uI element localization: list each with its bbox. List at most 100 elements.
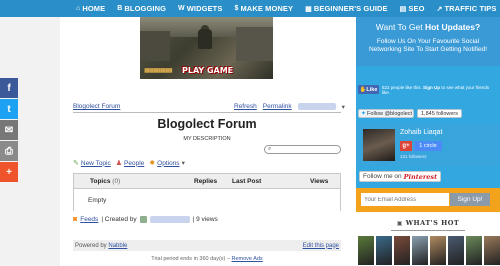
nabble-link[interactable]: Nabble [108, 243, 127, 249]
hot-thumbnail[interactable] [412, 236, 428, 265]
remove-ads-link[interactable]: Remove Ads [232, 256, 263, 262]
email-share-button[interactable]: ✉ [0, 120, 18, 140]
nav-seo[interactable]: ▤ SEO [394, 4, 431, 13]
nav-traffic-tips-label: TRAFFIC TIPS [444, 4, 497, 13]
print-button[interactable]: ⎙ [0, 141, 18, 161]
google-plus-icon[interactable]: g+ [400, 141, 412, 151]
topics-table: Topics (0) Replies Last Post Views Empty [73, 173, 341, 211]
play-game-label[interactable]: PLAY GAME [182, 66, 233, 75]
facebook-share-button[interactable]: f [0, 78, 18, 98]
nav-home-label: HOME [82, 4, 106, 13]
twitter-share-button[interactable]: t [0, 99, 18, 119]
mail-icon: ✉ [4, 124, 14, 136]
promo-description: Follow Us On Your Favourite Social Netwo… [368, 38, 488, 53]
google-plus-widget: Zohaib Liaqat g+ 1 circle 131 followers [356, 124, 500, 166]
nav-beginners-guide[interactable]: ▦ BEGINNER'S GUIDE [299, 4, 394, 13]
twitter-icon: t [7, 103, 11, 115]
hot-thumbnail[interactable] [376, 236, 392, 265]
nav-beginners-guide-label: BEGINNER'S GUIDE [313, 4, 388, 13]
col-last-post: Last Post [232, 178, 262, 185]
avatar [139, 216, 147, 223]
profile-name[interactable]: Zohaib Liaqat [400, 129, 442, 136]
facebook-like-widget: ✋ Like 522 people like this. Sign Up to s… [356, 66, 500, 104]
forum-description: MY DESCRIPTION [183, 136, 231, 142]
new-topic-icon: ✎ [73, 160, 79, 167]
hot-thumbnail[interactable] [430, 236, 446, 265]
nav-make-money[interactable]: $ MAKE MONEY [228, 4, 299, 13]
nav-traffic-tips[interactable]: ↗ TRAFFIC TIPS [431, 4, 500, 13]
ammo-bullets: ▮▮▮▮▮▮▮▮▮▮▮▮ [144, 68, 173, 74]
game-ad-banner[interactable]: ▮▮▮▮▮▮▮▮▮▮▮▮ PLAY GAME [140, 17, 273, 79]
trial-notice: Trial period ends in 360 day(s) – Remove… [73, 256, 341, 262]
hot-thumbnail[interactable] [466, 236, 482, 265]
nav-home[interactable]: ⌂ HOME [70, 4, 111, 13]
nav-widgets[interactable]: W WIDGETS [172, 4, 228, 13]
whats-hot-widget: ▣ WHAT'S HOT [356, 212, 500, 266]
subscribe-widget: Sign Up! [356, 188, 500, 212]
forum-breadcrumb-link[interactable]: Blogolect Forum [73, 103, 120, 110]
nav-seo-label: SEO [408, 4, 425, 13]
new-topic-button[interactable]: ✎ New Topic [73, 159, 111, 168]
facebook-like-button[interactable]: ✋ Like [358, 85, 379, 94]
new-topic-label: New Topic [80, 159, 111, 167]
feeds-link[interactable]: Feeds [80, 216, 98, 223]
thumbs-up-icon: ✋ [359, 86, 367, 93]
people-icon: ♟ [115, 160, 123, 167]
list-icon: ▤ [399, 5, 407, 13]
game-building [140, 31, 170, 61]
sign-up-button[interactable]: Sign Up! [450, 193, 490, 206]
plus-icon: + [6, 166, 12, 178]
facebook-like-text: 522 people like this. Sign Up to see wha… [382, 85, 492, 95]
refresh-link[interactable]: Refresh [234, 103, 257, 111]
gear-icon: ✹ [149, 160, 156, 167]
hot-thumbnail[interactable] [484, 236, 500, 265]
powered-by-label: Powered by [75, 242, 107, 249]
nav-widgets-label: WIDGETS [186, 4, 223, 13]
permalink-link[interactable]: Permalink [263, 103, 292, 111]
powered-by: Powered by Nabble [75, 243, 127, 249]
facebook-sign-up-link[interactable]: Sign Up [423, 85, 440, 90]
pinterest-logo-icon: Pinterest [403, 172, 438, 181]
hot-thumbnail[interactable] [448, 236, 464, 265]
twitter-bird-icon: ✦ [361, 111, 367, 117]
promo-heading: Want To Get Hot Updates? [356, 22, 500, 32]
nav-blogging-label: BLOGGING [124, 4, 167, 13]
hot-thumbnail[interactable] [394, 236, 410, 265]
pinterest-follow-label: Follow me on [363, 173, 402, 180]
forum-footer-row: ◙ Feeds | Created by | 9 views [73, 216, 218, 223]
pinterest-follow-button[interactable]: Follow me on Pinterest [359, 171, 442, 182]
rss-icon: ◙ [73, 216, 78, 223]
twitter-follow-label: Follow @blogolect [367, 110, 413, 117]
profile-photo[interactable] [363, 129, 395, 161]
empty-message: Empty [88, 197, 107, 204]
hot-thumbnail[interactable] [358, 236, 374, 265]
whats-hot-label: WHAT'S HOT [405, 219, 460, 227]
email-field[interactable] [361, 193, 449, 206]
col-replies: Replies [194, 178, 218, 185]
divider [391, 230, 465, 231]
creator-name-link[interactable] [149, 216, 190, 223]
dollar-icon: $ [234, 5, 239, 12]
wordpress-icon: W [178, 5, 185, 12]
options-dropdown[interactable]: ✹ Options ▾ [149, 159, 185, 168]
edit-page-link[interactable]: Edit this page [303, 243, 339, 249]
forum-title: Blogolect Forum [157, 117, 257, 131]
soldier-figure [198, 29, 212, 49]
user-menu-pill[interactable] [297, 103, 336, 110]
game-building [236, 27, 273, 61]
chevron-down-icon[interactable]: ▾ [342, 103, 345, 111]
forum-top-links: Refresh Permalink ▾ [234, 103, 345, 111]
trial-text: Trial period ends in 360 day(s) – [151, 256, 230, 262]
people-label: People [124, 159, 145, 167]
forum-search-input[interactable]: ⌕ [264, 145, 341, 154]
add-to-circle-button[interactable]: 1 circle [414, 141, 442, 151]
forum-actions: ✎ New Topic ♟ People ✹ Options ▾ [73, 159, 185, 168]
gift-icon: ▣ [396, 220, 403, 227]
more-share-button[interactable]: + [0, 162, 18, 182]
search-icon: ⌕ [268, 146, 272, 152]
people-button[interactable]: ♟ People [115, 159, 145, 168]
promo-heading-bold: Hot Updates? [424, 22, 481, 32]
col-views: Views [310, 178, 329, 185]
twitter-follow-button[interactable]: ✦ Follow @blogolect [358, 109, 414, 118]
nav-blogging[interactable]: B BLOGGING [111, 4, 172, 13]
